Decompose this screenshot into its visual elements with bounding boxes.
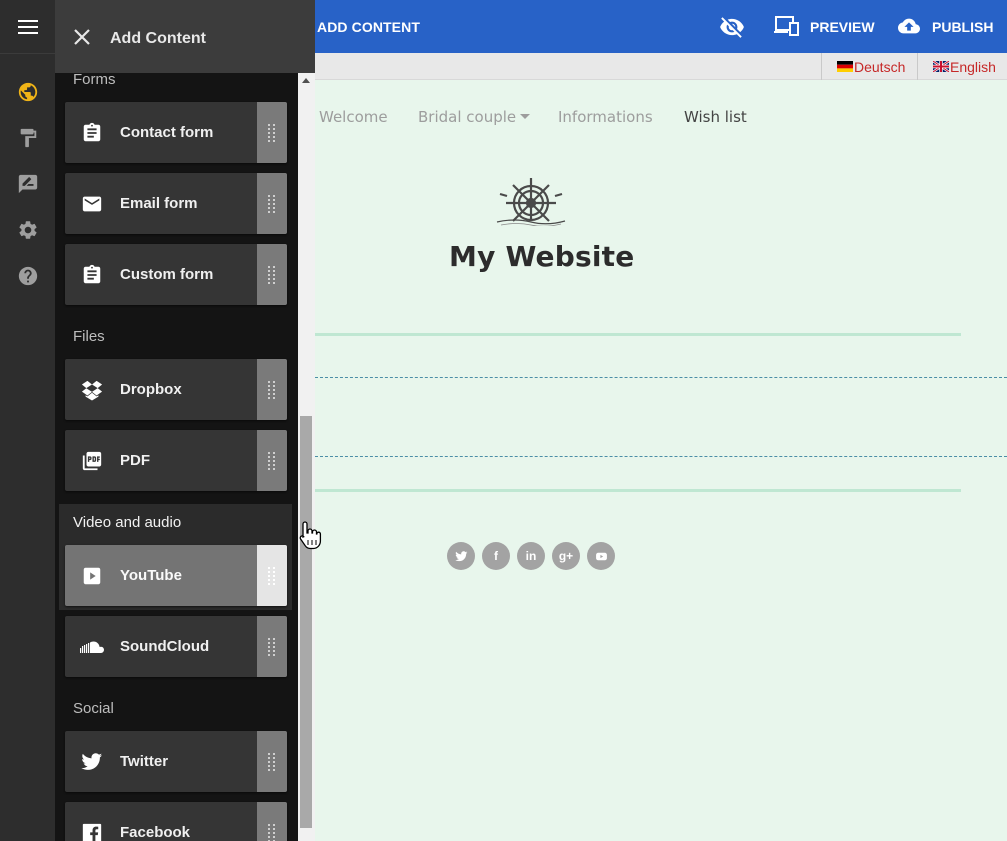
content-item-label: Contact form — [120, 124, 214, 141]
content-item-label: YouTube — [120, 567, 182, 584]
nav-item-bridal-couple[interactable]: Bridal couple — [418, 108, 531, 126]
drag-handle-icon[interactable] — [257, 102, 287, 163]
preview-label: PREVIEW — [810, 19, 875, 35]
content-item-custom-form[interactable]: Custom form — [65, 244, 287, 305]
section-label-video-audio: Video and audio — [73, 514, 182, 531]
edit-note-icon[interactable] — [16, 172, 40, 196]
cloud-upload-icon — [896, 15, 922, 40]
language-deutsch[interactable]: Deutsch — [821, 53, 917, 80]
divider-line — [315, 489, 961, 492]
scrollbar-thumb[interactable] — [300, 416, 312, 828]
hide-preview-button[interactable] — [718, 14, 746, 40]
drag-handle-icon[interactable] — [257, 430, 287, 491]
preview-button[interactable]: PREVIEW — [774, 14, 875, 40]
facebook-icon[interactable]: f — [482, 542, 510, 570]
content-item-twitter[interactable]: Twitter — [65, 731, 287, 792]
facebook-icon — [80, 821, 104, 841]
panel-title: Add Content — [110, 30, 206, 47]
section-label-forms: Forms — [73, 71, 116, 88]
twitter-icon[interactable] — [447, 542, 475, 570]
nav-item-welcome[interactable]: Welcome — [319, 108, 388, 126]
google-plus-icon[interactable]: g+ — [552, 542, 580, 570]
content-item-facebook[interactable]: Facebook — [65, 802, 287, 841]
nav-item-bridal-couple-label: Bridal couple — [418, 108, 517, 126]
rail-divider — [0, 53, 55, 54]
drag-handle-icon[interactable] — [257, 545, 287, 606]
social-icons: f in g+ — [447, 542, 615, 570]
mail-icon — [80, 192, 104, 216]
site-title[interactable]: My Website — [449, 240, 634, 273]
publish-button[interactable]: PUBLISH — [896, 14, 993, 40]
clipboard-icon — [80, 263, 104, 287]
uk-flag-icon — [933, 61, 949, 72]
website-canvas: Welcome Bridal couple Informations Wish … — [315, 80, 1007, 841]
eye-off-icon — [720, 17, 744, 38]
drag-handle-icon[interactable] — [257, 731, 287, 792]
content-item-label: Email form — [120, 195, 198, 212]
content-item-label: Custom form — [120, 266, 214, 283]
content-item-email-form[interactable]: Email form — [65, 173, 287, 234]
gear-icon[interactable] — [16, 218, 40, 242]
soundcloud-icon — [80, 635, 104, 659]
publish-label: PUBLISH — [932, 19, 994, 35]
linkedin-icon[interactable]: in — [517, 542, 545, 570]
panel-header: Add Content — [55, 0, 315, 73]
ship-wheel-icon — [496, 178, 566, 226]
nav-item-wish-list[interactable]: Wish list — [684, 108, 747, 126]
top-bar-title: ADD CONTENT — [317, 19, 420, 35]
youtube-icon[interactable] — [587, 542, 615, 570]
content-item-youtube[interactable]: YouTube — [65, 545, 287, 606]
content-item-dropbox[interactable]: Dropbox — [65, 359, 287, 420]
panel-scrollbar[interactable] — [298, 73, 315, 841]
left-icon-rail — [0, 0, 55, 841]
content-item-contact-form[interactable]: Contact form — [65, 102, 287, 163]
drag-handle-icon[interactable] — [257, 359, 287, 420]
hamburger-menu-icon — [17, 19, 38, 34]
globe-icon[interactable] — [16, 80, 40, 104]
twitter-icon — [80, 750, 104, 774]
menu-button[interactable] — [0, 0, 55, 53]
drop-zone-border — [315, 456, 1007, 457]
close-icon[interactable] — [73, 28, 91, 46]
content-item-label: Facebook — [120, 824, 191, 841]
section-label-files: Files — [73, 328, 105, 345]
dropbox-icon — [80, 378, 104, 402]
add-content-panel: Add Content Forms Contact form Email for… — [55, 0, 315, 841]
content-item-label: Dropbox — [120, 381, 182, 398]
drag-handle-icon[interactable] — [257, 173, 287, 234]
chevron-down-icon — [520, 113, 531, 119]
language-deutsch-label: Deutsch — [854, 58, 906, 75]
scroll-up-icon[interactable] — [302, 78, 310, 83]
germany-flag-icon — [837, 61, 853, 72]
drag-handle-icon[interactable] — [257, 244, 287, 305]
devices-icon — [774, 15, 800, 40]
nav-item-informations[interactable]: Informations — [558, 108, 653, 126]
hand-cursor-icon — [299, 521, 322, 550]
content-item-label: Twitter — [120, 753, 169, 770]
language-english-label: English — [950, 58, 996, 75]
content-item-soundcloud[interactable]: SoundCloud — [65, 616, 287, 677]
divider-line — [315, 333, 961, 336]
youtube-icon — [80, 564, 104, 588]
content-item-pdf[interactable]: PDF — [65, 430, 287, 491]
pdf-icon — [80, 449, 104, 473]
language-english[interactable]: English — [917, 53, 1007, 80]
paint-roller-icon[interactable] — [16, 126, 40, 150]
drag-handle-icon[interactable] — [257, 616, 287, 677]
section-label-social: Social — [73, 700, 114, 717]
help-icon[interactable] — [16, 264, 40, 288]
content-item-label: PDF — [120, 452, 150, 469]
drop-zone-border — [315, 377, 1007, 378]
clipboard-icon — [80, 121, 104, 145]
drag-handle-icon[interactable] — [257, 802, 287, 841]
content-item-label: SoundCloud — [120, 638, 210, 655]
